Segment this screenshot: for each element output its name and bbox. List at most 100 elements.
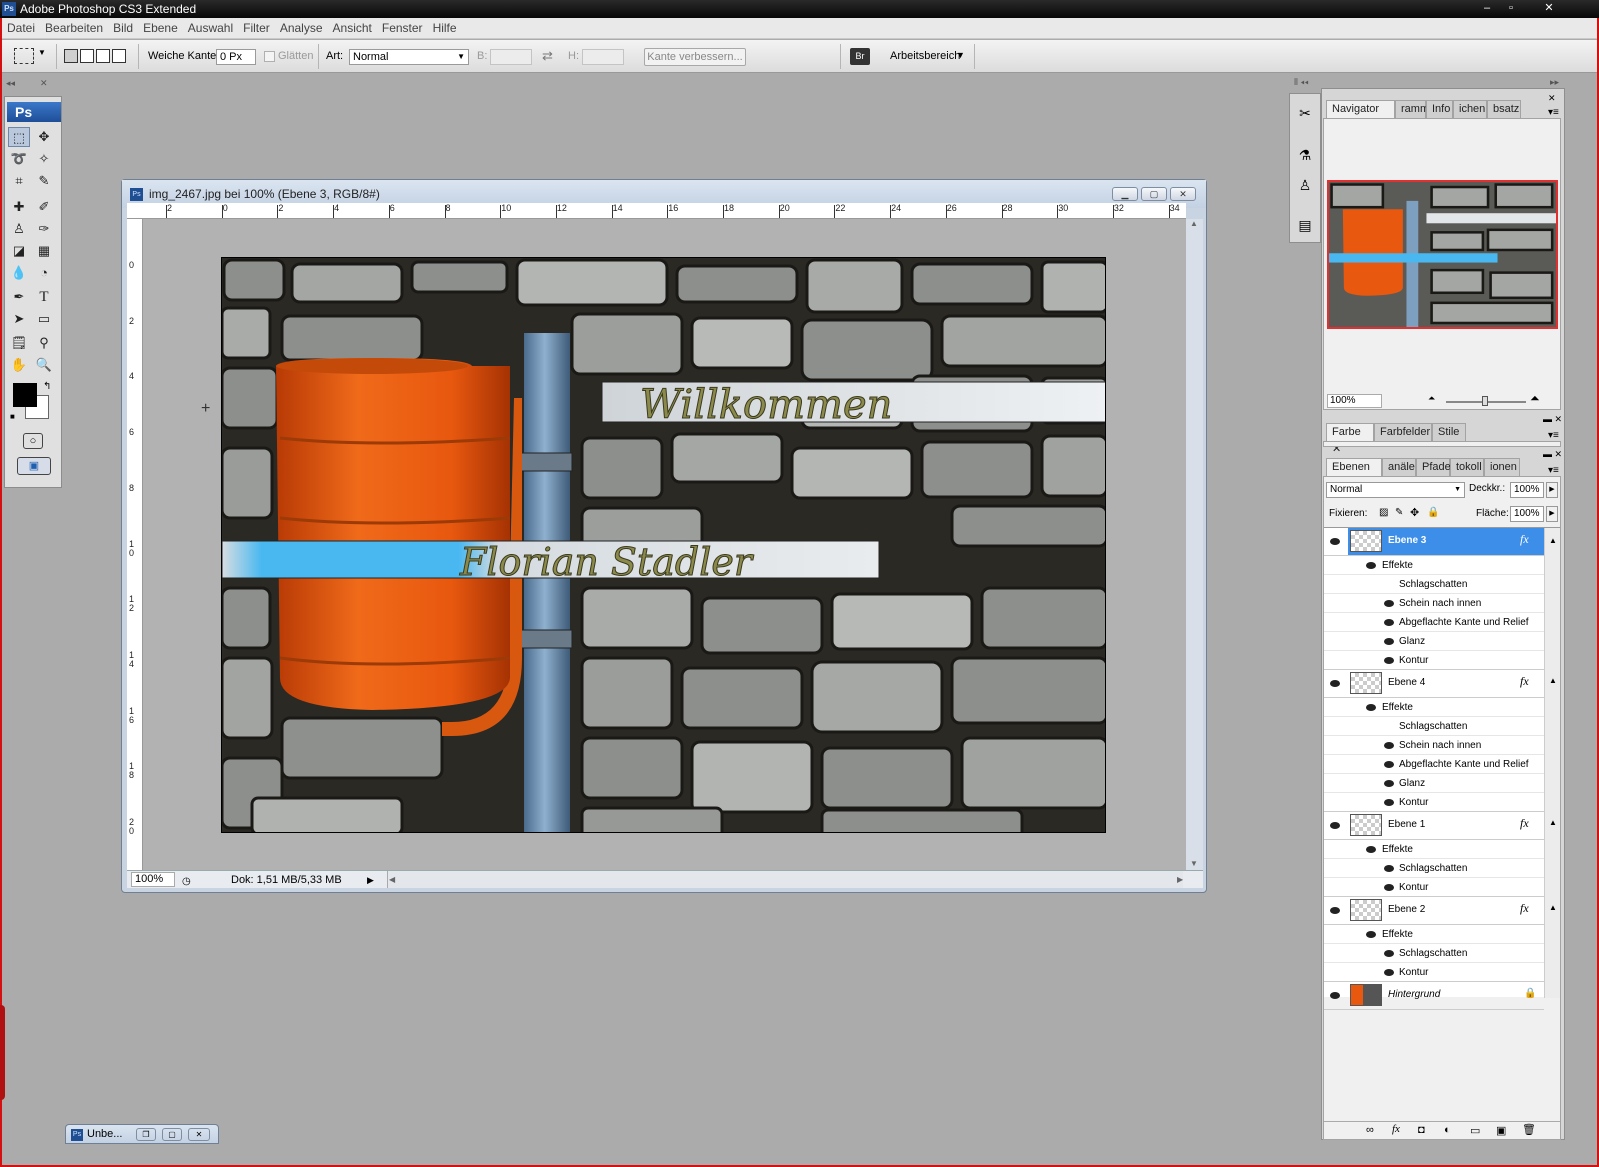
link-layers-icon[interactable]: ∞ — [1366, 1124, 1374, 1136]
effect-row[interactable]: Schlagschatten — [1324, 944, 1544, 963]
menu-auswahl[interactable]: Auswahl — [183, 18, 238, 39]
menu-ansicht[interactable]: Ansicht — [328, 18, 377, 39]
layer-fx-icon[interactable]: fx — [1520, 674, 1529, 689]
new-group-icon[interactable]: ▭ — [1470, 1124, 1480, 1137]
lock-pixels-icon[interactable]: ✎ — [1395, 507, 1403, 518]
screen-mode-icon[interactable]: ▣ — [17, 457, 51, 475]
effect-row[interactable]: Abgeflachte Kante und Relief — [1324, 613, 1544, 632]
minimized-restore-button[interactable]: ❐ — [136, 1128, 156, 1141]
opacity-input[interactable]: 100% — [1510, 482, 1544, 498]
scroll-down-icon[interactable]: ▼ — [1190, 859, 1198, 868]
effect-eye-icon[interactable] — [1384, 799, 1394, 806]
document-image[interactable]: Willkommen Florian Stadler — [221, 257, 1106, 833]
horizontal-scrollbar[interactable] — [387, 871, 1183, 888]
new-layer-icon[interactable]: ▣ — [1496, 1124, 1506, 1137]
preset-dropdown-arrow-icon[interactable]: ▼ — [38, 48, 46, 57]
blend-mode-select[interactable]: Normal ▼ — [1326, 482, 1465, 498]
marquee-tool-icon[interactable]: ⬚ — [8, 127, 30, 147]
add-selection-icon[interactable] — [80, 49, 94, 63]
menu-bearbeiten[interactable]: Bearbeiten — [40, 18, 108, 39]
dock-collapse-icon[interactable]: ▸▸ — [1550, 77, 1559, 88]
fill-slider-icon[interactable]: ▶ — [1546, 506, 1558, 522]
blur-tool-icon[interactable]: 💧 — [8, 263, 30, 283]
workspace-button[interactable]: Arbeitsbereich — [890, 40, 960, 73]
delete-layer-icon[interactable]: 🗑 — [1522, 1123, 1536, 1136]
effect-eye-icon[interactable] — [1384, 742, 1394, 749]
healing-brush-tool-icon[interactable]: ✚ — [8, 197, 30, 217]
effect-row[interactable]: Schein nach innen — [1324, 736, 1544, 755]
clone-stamp-tool-icon[interactable]: ♙ — [8, 219, 30, 239]
tab-protokoll[interactable]: tokoll — [1450, 458, 1484, 476]
effects-eye-icon[interactable] — [1366, 562, 1376, 569]
antialias-checkbox[interactable] — [264, 51, 275, 62]
scroll-right-icon[interactable]: ▶ — [1177, 871, 1183, 889]
effect-row[interactable]: Glanz — [1324, 774, 1544, 793]
menu-analyse[interactable]: Analyse — [275, 18, 328, 39]
swap-colors-icon[interactable]: ↰ — [43, 381, 51, 392]
layers-scrollbar[interactable]: ▲ ▲ ▲ ▲ — [1544, 528, 1560, 998]
magic-wand-tool-icon[interactable]: ✧ — [33, 149, 55, 169]
effect-eye-icon[interactable] — [1384, 950, 1394, 957]
toolbox-logo[interactable]: Ps — [7, 102, 61, 122]
zoom-field[interactable]: 100% — [131, 872, 175, 887]
zoom-slider-thumb[interactable] — [1482, 396, 1488, 406]
status-menu-arrow-icon[interactable]: ▶ — [367, 871, 374, 889]
move-tool-icon[interactable]: ✥ — [33, 127, 55, 147]
effect-row[interactable]: Schein nach innen — [1324, 594, 1544, 613]
layer-row-ebene-1[interactable]: Ebene 1 fx — [1324, 812, 1544, 840]
tab-farbe[interactable]: Farbe ✕ — [1326, 423, 1374, 455]
feather-input[interactable]: 0 Px — [216, 49, 256, 65]
dock-expand-icon[interactable]: ⦀ ◂◂ — [1294, 77, 1309, 88]
maximize-button[interactable]: ▫ — [1500, 1, 1522, 15]
notes-tool-icon[interactable]: 🗒 — [8, 333, 30, 353]
minimized-document[interactable]: Ps Unbe... ❐ ▢ ✕ — [65, 1124, 219, 1144]
type-tool-icon[interactable]: T — [33, 287, 55, 307]
intersect-selection-icon[interactable] — [112, 49, 126, 63]
effect-row[interactable]: Schlagschatten — [1324, 859, 1544, 878]
close-button[interactable]: ✕ — [1534, 1, 1564, 15]
tab-absatz[interactable]: bsatz — [1487, 100, 1521, 118]
document-close-button[interactable]: ✕ — [1170, 187, 1196, 201]
workspace-dropdown-icon[interactable]: ▼ — [956, 50, 965, 60]
effects-row[interactable]: Effekte — [1324, 556, 1544, 575]
zoom-in-icon[interactable]: ⏶ — [1530, 391, 1540, 406]
tab-zeichen[interactable]: ichen — [1453, 100, 1487, 118]
effect-eye-icon[interactable] — [1384, 600, 1394, 607]
crop-tool-icon[interactable]: ⌗ — [8, 171, 30, 191]
status-info-icon[interactable]: ◷ — [182, 873, 191, 891]
tab-navigator[interactable]: Navigator ✕ — [1326, 100, 1395, 132]
minimized-close-button[interactable]: ✕ — [188, 1128, 210, 1141]
layer-comps-icon[interactable]: ▤ — [1294, 214, 1316, 236]
menu-ebene[interactable]: Ebene — [138, 18, 183, 39]
effects-eye-icon[interactable] — [1366, 931, 1376, 938]
tab-farbfelder[interactable]: Farbfelder — [1374, 423, 1432, 441]
effect-eye-icon[interactable] — [1384, 619, 1394, 626]
effects-eye-icon[interactable] — [1366, 846, 1376, 853]
layer-row-ebene-3[interactable]: Ebene 3 fx — [1324, 528, 1544, 556]
layers-scroll-up-icon-3[interactable]: ▲ — [1549, 818, 1557, 827]
style-select[interactable]: Normal ▼ — [349, 49, 469, 65]
zoom-out-icon[interactable]: ⏶ — [1428, 393, 1435, 404]
visibility-eye-icon[interactable] — [1330, 538, 1340, 545]
lock-position-icon[interactable]: ✥ — [1410, 506, 1419, 519]
add-style-icon[interactable]: fx — [1392, 1123, 1400, 1135]
layer-fx-icon[interactable]: fx — [1520, 901, 1529, 916]
effect-eye-icon[interactable] — [1384, 761, 1394, 768]
opacity-slider-icon[interactable]: ▶ — [1546, 482, 1558, 498]
eraser-tool-icon[interactable]: ◪ — [8, 241, 30, 261]
tab-info[interactable]: Info — [1426, 100, 1453, 118]
history-brush-tool-icon[interactable]: ✑ — [33, 219, 55, 239]
layer-fx-icon[interactable]: fx — [1520, 816, 1529, 831]
new-selection-icon[interactable] — [64, 49, 78, 63]
menu-filter[interactable]: Filter — [238, 18, 275, 39]
visibility-eye-icon[interactable] — [1330, 907, 1340, 914]
menu-datei[interactable]: Datei — [2, 18, 40, 39]
tab-stile[interactable]: Stile — [1432, 423, 1466, 441]
toolbox-close-icon[interactable]: ✕ — [40, 78, 48, 89]
dodge-tool-icon[interactable]: ◔ — [33, 263, 55, 283]
swap-icon[interactable]: ⇄ — [542, 48, 553, 64]
marquee-preset-icon[interactable] — [14, 48, 34, 64]
effects-row[interactable]: Effekte — [1324, 698, 1544, 717]
tab-pfade[interactable]: Pfade — [1416, 458, 1451, 476]
effect-row[interactable]: Schlagschatten — [1324, 575, 1544, 594]
